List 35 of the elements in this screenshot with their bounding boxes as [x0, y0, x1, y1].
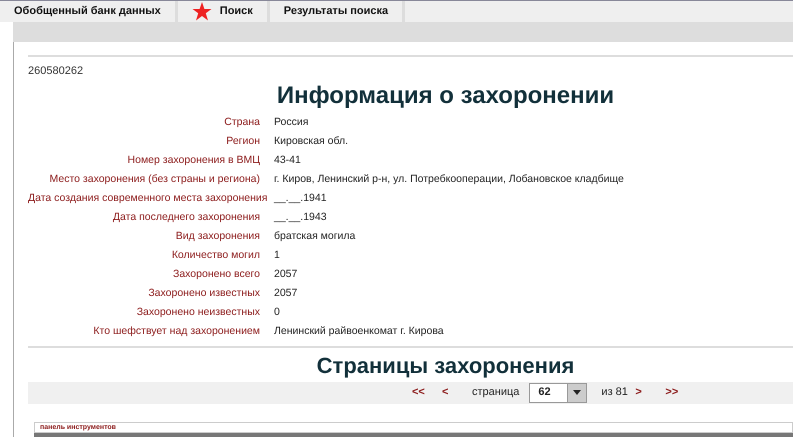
field-value: Кировская обл.: [274, 134, 348, 150]
field-label: Регион: [225, 134, 261, 150]
field-label: Кто шефствует над захоронением: [92, 324, 261, 340]
field-value: г. Киров, Ленинский р-н, ул. Потребкооперации, Лобановское кладбище: [274, 172, 624, 188]
page-link[interactable]: >: [635, 384, 666, 401]
field-label: Захоронено всего: [172, 267, 261, 282]
field-value: 43-41: [274, 153, 301, 168]
field-value: __.__.1941: [274, 191, 327, 206]
page-link[interactable]: <: [442, 384, 472, 401]
field-value: 2057: [274, 286, 298, 302]
field-label: Количество могил: [170, 248, 261, 264]
field-value: 1: [274, 248, 280, 264]
page-link[interactable]: >>: [665, 384, 696, 401]
page-title: Информация о захоронении: [276, 82, 616, 110]
section-title: Страницы захоронения: [316, 352, 576, 380]
field-value: 0: [274, 305, 280, 320]
field-label: Вид захоронения: [174, 229, 261, 244]
field-value: Россия: [274, 115, 308, 130]
field-label: Захоронено неизвестных: [136, 305, 261, 320]
page-select[interactable]: 62: [529, 382, 588, 402]
record-id: 260580262: [28, 64, 84, 79]
page-label: страница: [472, 385, 520, 400]
field-value: __.__.1943: [274, 210, 327, 226]
field-label: Дата создания современного места захоронения: [28, 191, 268, 206]
field-label: Номер захоронения в ВМЦ: [126, 153, 261, 168]
page-link[interactable]: <<: [412, 384, 442, 401]
page-total: из 81: [601, 385, 629, 400]
field-label: Захоронено известных: [147, 286, 261, 302]
field-value: братская могила: [274, 229, 356, 244]
dropdown-caret-icon: [573, 390, 582, 395]
field-label: Дата последнего захоронения: [112, 210, 261, 226]
field-value: Ленинский райвоенкомат г. Кирова: [274, 324, 444, 340]
field-value: 2057: [274, 267, 298, 282]
field-label: Страна: [223, 115, 261, 130]
field-label: Место захоронения (без страны и региона): [48, 172, 261, 188]
